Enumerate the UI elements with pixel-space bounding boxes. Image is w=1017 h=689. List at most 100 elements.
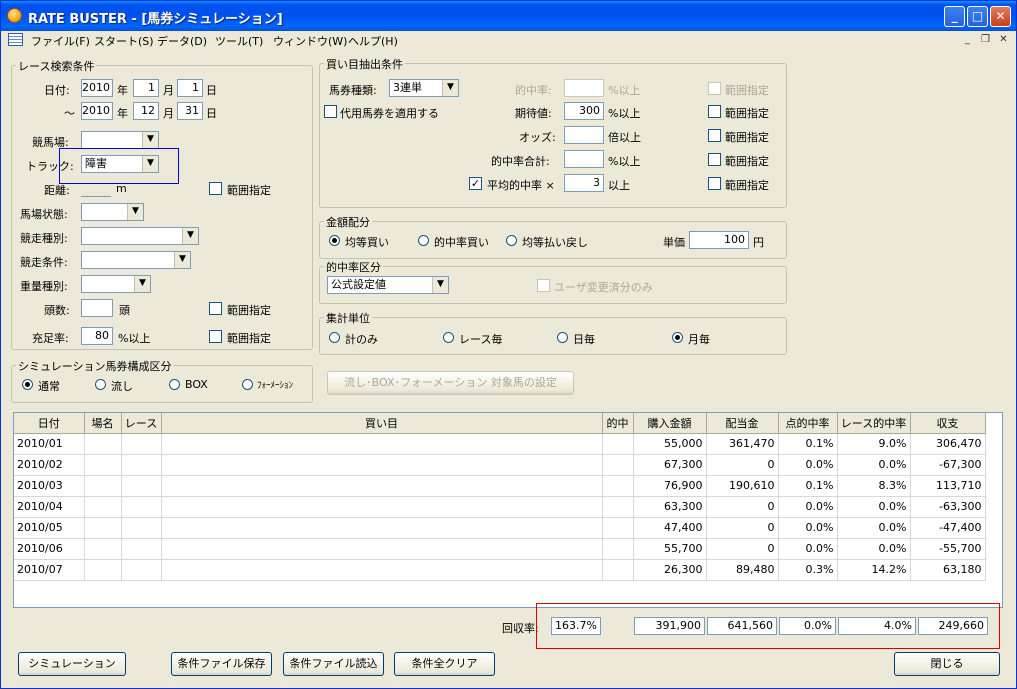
- odds-range-checkbox[interactable]: [708, 129, 721, 142]
- composition-nagashi-label: 流し: [111, 380, 133, 393]
- amount-equal-payout-radio[interactable]: [506, 235, 517, 246]
- composition-normal-radio[interactable]: [22, 379, 33, 390]
- maximize-button[interactable]: □: [967, 6, 988, 27]
- minimize-button[interactable]: _: [944, 6, 965, 27]
- table-row[interactable]: 2010/01 55,000 361,470 0.1% 9.0% 306,470: [14, 433, 986, 455]
- column-header[interactable]: 日付: [14, 413, 85, 434]
- avg-hit-label: 平均的中率 ×: [487, 179, 555, 192]
- title-bar[interactable]: RATE BUSTER - [馬券シミュレーション] _ □ ✕: [1, 1, 1016, 31]
- heads-range-label: 範囲指定: [227, 304, 271, 317]
- distance-input[interactable]: [81, 179, 111, 197]
- race-type-select[interactable]: ▼: [81, 227, 199, 245]
- fill-rate-label: 充足率:: [32, 332, 69, 345]
- menu-file[interactable]: ファイル(F): [31, 33, 90, 49]
- going-select[interactable]: ▼: [81, 203, 144, 221]
- column-header[interactable]: 的中: [602, 413, 634, 434]
- table-row[interactable]: 2010/02 67,300 0 0.0% 0.0% -67,300: [14, 454, 986, 476]
- menu-start[interactable]: スタート(S): [94, 33, 154, 49]
- odds-input[interactable]: [564, 126, 604, 144]
- hit-rate-range-checkbox[interactable]: [708, 82, 721, 95]
- to-year-input[interactable]: 2010: [81, 102, 113, 120]
- aggregate-race-radio[interactable]: [443, 332, 454, 343]
- mdi-restore-icon[interactable]: ❐: [979, 34, 992, 46]
- column-header[interactable]: レース的中率: [837, 413, 911, 434]
- table-row[interactable]: 2010/06 55,700 0 0.0% 0.0% -55,700: [14, 538, 986, 560]
- from-day-input[interactable]: 1: [177, 79, 203, 97]
- hit-total-range-checkbox[interactable]: [708, 153, 721, 166]
- table-row[interactable]: 2010/04 63,300 0 0.0% 0.0% -63,300: [14, 496, 986, 518]
- heads-range-checkbox[interactable]: [209, 302, 222, 315]
- distance-unit-label: m: [116, 182, 127, 195]
- composition-box-radio[interactable]: [169, 379, 180, 390]
- table-row[interactable]: 2010/07 26,300 89,480 0.3% 14.2% 63,180: [14, 559, 986, 581]
- substitute-checkbox[interactable]: [324, 105, 337, 118]
- racecourse-select[interactable]: ▼: [81, 131, 159, 149]
- to-month-input[interactable]: 12: [133, 102, 159, 120]
- menu-data[interactable]: データ(D): [157, 33, 207, 49]
- column-header[interactable]: 点的中率: [778, 413, 838, 434]
- composition-nagashi-radio[interactable]: [95, 379, 106, 390]
- document-icon[interactable]: [8, 33, 23, 46]
- fill-rate-range-checkbox[interactable]: [209, 330, 222, 343]
- table-cell: 2010/02: [14, 454, 85, 476]
- close-button[interactable]: 閉じる: [894, 652, 1000, 676]
- heads-label: 頭数:: [44, 304, 70, 317]
- race-type-label: 競走種別:: [20, 232, 68, 245]
- table-row[interactable]: 2010/03 76,900 190,610 0.1% 8.3% 113,710: [14, 475, 986, 497]
- target-horse-settings-button[interactable]: 流し･BOX･フォーメーション 対象馬の設定: [327, 371, 574, 395]
- hit-rate-input[interactable]: [564, 79, 604, 97]
- table-cell: 0: [706, 496, 779, 518]
- table-cell: 0.0%: [837, 454, 911, 476]
- fill-rate-input[interactable]: 80: [81, 327, 113, 345]
- mdi-close-icon[interactable]: ✕: [997, 34, 1010, 46]
- avg-hit-input[interactable]: 3: [564, 174, 604, 192]
- mdi-minimize-icon[interactable]: _: [961, 34, 974, 46]
- table-cell: [84, 496, 122, 518]
- table-cell: 8.3%: [837, 475, 911, 497]
- avg-hit-checkbox[interactable]: ✓: [469, 177, 482, 190]
- distance-range-checkbox[interactable]: [209, 182, 222, 195]
- aggregate-month-radio[interactable]: [672, 332, 683, 343]
- table-cell: 0.0%: [778, 496, 838, 518]
- expectation-input[interactable]: 300: [564, 102, 604, 120]
- bet-extract-group-label: 買い目抽出条件: [324, 56, 405, 72]
- unit-price-input[interactable]: 100: [689, 231, 749, 249]
- heads-input[interactable]: [81, 299, 113, 317]
- weight-type-select[interactable]: ▼: [81, 275, 151, 293]
- column-header[interactable]: 場名: [84, 413, 122, 434]
- save-conditions-button[interactable]: 条件ファイル保存: [171, 652, 272, 676]
- date-range-separator: ～: [64, 107, 75, 120]
- amount-equal-buy-radio[interactable]: [329, 235, 340, 246]
- column-header[interactable]: 購入金額: [633, 413, 707, 434]
- column-header[interactable]: 収支: [910, 413, 986, 434]
- aggregate-day-radio[interactable]: [557, 332, 568, 343]
- menu-help[interactable]: ヘルプ(H): [348, 33, 398, 49]
- clear-conditions-button[interactable]: 条件全クリア: [394, 652, 495, 676]
- column-header[interactable]: 買い目: [161, 413, 603, 434]
- bet-type-select[interactable]: 3連単 ▼: [389, 79, 459, 97]
- hit-total-input[interactable]: [564, 150, 604, 168]
- load-conditions-button[interactable]: 条件ファイル読込: [283, 652, 384, 676]
- from-year-input[interactable]: 2010: [81, 79, 113, 97]
- chevron-down-icon: ▼: [127, 204, 143, 220]
- table-cell: [602, 517, 634, 539]
- column-header[interactable]: レース: [121, 413, 162, 434]
- menu-tools[interactable]: ツール(T): [215, 33, 263, 49]
- table-row[interactable]: 2010/05 47,400 0 0.0% 0.0% -47,400: [14, 517, 986, 539]
- menu-window[interactable]: ウィンドウ(W): [273, 33, 347, 49]
- column-header[interactable]: 配当金: [706, 413, 779, 434]
- from-month-input[interactable]: 1: [133, 79, 159, 97]
- table-cell: [161, 496, 603, 518]
- composition-formation-radio[interactable]: [242, 379, 253, 390]
- month-unit-label: 月: [163, 107, 174, 120]
- race-condition-select[interactable]: ▼: [81, 251, 191, 269]
- user-only-checkbox[interactable]: [537, 279, 550, 292]
- avg-hit-range-checkbox[interactable]: [708, 177, 721, 190]
- amount-hit-rate-radio[interactable]: [418, 235, 429, 246]
- to-day-input[interactable]: 31: [177, 102, 203, 120]
- simulate-button[interactable]: シミュレーション: [18, 652, 126, 676]
- hit-class-select[interactable]: 公式設定値 ▼: [327, 276, 449, 294]
- close-window-button[interactable]: ✕: [990, 6, 1011, 27]
- expectation-range-checkbox[interactable]: [708, 105, 721, 118]
- aggregate-total-radio[interactable]: [329, 332, 340, 343]
